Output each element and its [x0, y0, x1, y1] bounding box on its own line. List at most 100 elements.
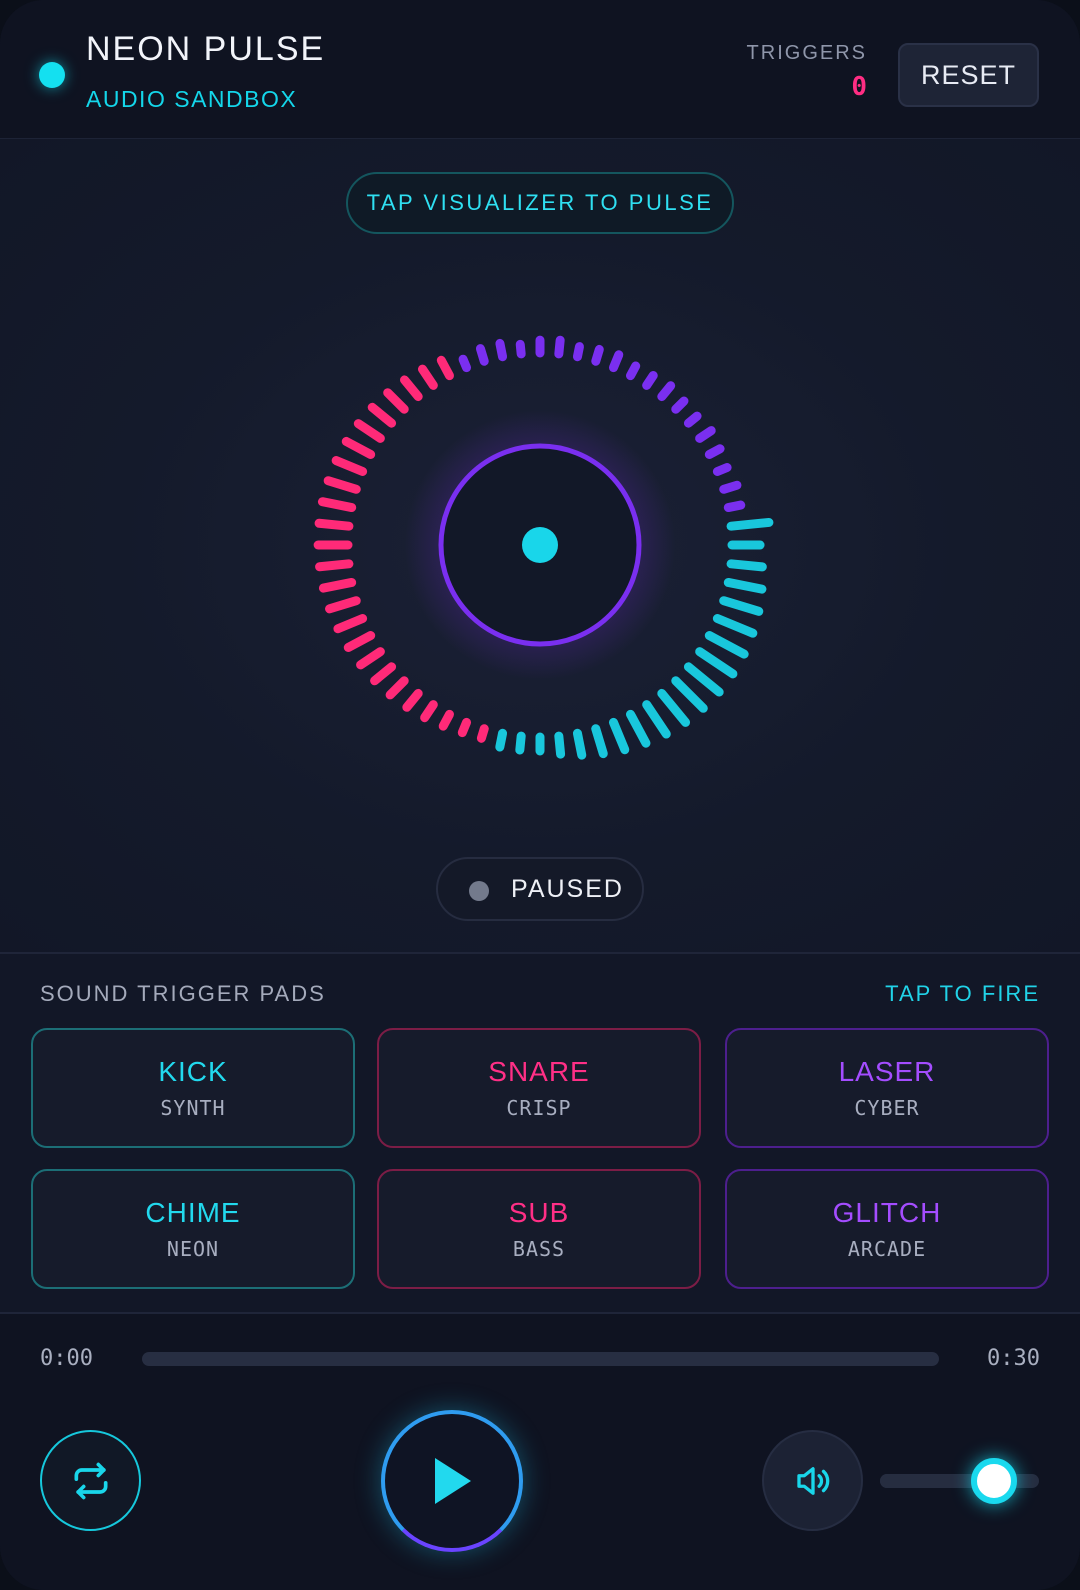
app-title: NEON PULSE: [86, 30, 326, 68]
spectrum-bar: [370, 662, 397, 686]
pad-sub: CRISP: [506, 1096, 572, 1120]
pad-sub: BASS: [512, 1237, 566, 1261]
spectrum-bar: [318, 577, 357, 593]
spectrum-bar: [712, 613, 758, 638]
volume-knob[interactable]: [971, 1458, 1018, 1504]
spectrum-bar: [317, 497, 357, 513]
spectrum-bar: [515, 731, 526, 755]
spectrum-bar: [343, 631, 376, 652]
spectrum-bar: [695, 426, 716, 443]
spectrum-bar: [554, 335, 565, 359]
pad-laser[interactable]: LASER CYBER: [725, 1028, 1049, 1148]
spectrum-bar: [723, 577, 767, 594]
spectrum-bar: [719, 596, 764, 616]
spectrum-bar: [591, 724, 608, 759]
pad-name: LASER: [838, 1056, 936, 1087]
pad-sub: NEON: [166, 1237, 220, 1261]
spectrum-bar: [695, 647, 738, 679]
pad-name: GLITCH: [832, 1197, 942, 1228]
spectrum-bar: [683, 662, 724, 697]
repeat-icon: [74, 1462, 107, 1499]
spectrum-bar: [642, 700, 671, 739]
spectrum-bar: [458, 354, 472, 373]
spectrum-bar: [572, 342, 584, 362]
triggers-count: 0: [851, 72, 867, 102]
header: NEON PULSE AUDIO SANDBOX TRIGGERS 0 RESE…: [0, 0, 1080, 139]
play-icon: [435, 1458, 471, 1504]
spectrum-bar: [476, 724, 489, 743]
spectrum-bar: [726, 517, 774, 531]
spectrum-bar: [671, 396, 689, 414]
app-window: NEON PULSE AUDIO SANDBOX TRIGGERS 0 RESE…: [0, 0, 1080, 1590]
progress-bar[interactable]: [142, 1352, 939, 1366]
spectrum-bar: [608, 350, 624, 373]
spectrum-bar: [495, 728, 508, 752]
spectrum-bar: [325, 596, 361, 614]
status-dot: [469, 881, 489, 901]
app-subtitle: AUDIO SANDBOX: [86, 86, 298, 112]
player-bar: 0:00 0:30: [0, 1312, 1080, 1590]
playback-status: PAUSED: [436, 857, 644, 921]
time-current: 0:00: [40, 1346, 93, 1371]
spectrum-bar: [515, 339, 526, 359]
spectrum-bar: [671, 676, 708, 713]
pad-kick[interactable]: KICK SYNTH: [31, 1028, 355, 1148]
spectrum-bar: [341, 436, 376, 459]
pad-sub: CYBER: [854, 1096, 920, 1120]
spectrum-bar: [475, 344, 489, 366]
status-text: PAUSED: [511, 874, 624, 903]
spectrum-bar: [495, 338, 508, 362]
spectrum-bar: [436, 355, 454, 381]
visualizer-area: TAP VISUALIZER TO PULSE PAUSED: [0, 139, 1080, 954]
pad-name: SNARE: [488, 1056, 590, 1087]
volume-icon: [796, 1466, 829, 1495]
spectrum-bar: [572, 728, 587, 760]
volume-slider[interactable]: [880, 1458, 1039, 1504]
time-total: 0:30: [987, 1346, 1040, 1371]
triggers-label: TRIGGERS: [746, 42, 867, 64]
spectrum-bar: [591, 344, 604, 366]
spectrum-bar: [726, 559, 767, 572]
loop-button[interactable]: [40, 1430, 141, 1531]
spectrum-bar: [331, 456, 368, 477]
pad-sub: SYNTH: [160, 1096, 226, 1120]
pad-name: KICK: [158, 1056, 228, 1087]
core-dot: [522, 527, 558, 563]
spectrum-bar: [657, 381, 676, 402]
pad-name: CHIME: [145, 1197, 241, 1228]
spectrum-bar: [704, 444, 725, 459]
visualizer[interactable]: [0, 139, 1080, 952]
spectrum-bar: [642, 371, 658, 390]
spectrum-bar: [457, 717, 472, 738]
spectrum-bar: [657, 688, 691, 727]
spectrum-bar: [417, 364, 438, 390]
spectrum-bar: [315, 559, 354, 572]
play-button[interactable]: [381, 1410, 523, 1552]
pad-chime[interactable]: CHIME NEON: [31, 1169, 355, 1289]
pad-snare[interactable]: SNARE CRISP: [377, 1028, 701, 1148]
spectrum-bar: [400, 375, 423, 402]
reset-button[interactable]: RESET: [898, 43, 1039, 107]
pad-sub: ARCADE: [847, 1237, 927, 1261]
pads-title: SOUND TRIGGER PADS: [40, 981, 326, 1006]
spectrum-bar: [723, 500, 746, 513]
spectrum-bar: [323, 476, 361, 494]
logo-dot: [39, 62, 65, 88]
spectrum-bar: [554, 731, 566, 759]
volume-button[interactable]: [762, 1430, 863, 1531]
pad-name: SUB: [508, 1197, 570, 1228]
spectrum-bar: [385, 676, 409, 700]
spectrum-bar: [608, 717, 630, 755]
spectrum-bar: [712, 462, 732, 477]
spectrum-bar: [356, 647, 385, 670]
spectrum-bar: [402, 688, 423, 712]
spectrum-bar: [367, 402, 397, 428]
spectrum-bar: [626, 361, 641, 381]
spectrum-bar: [420, 700, 438, 723]
spectrum-bar: [704, 631, 749, 659]
spectrum-bar: [383, 388, 409, 414]
spectrum-bar: [683, 411, 702, 428]
pad-glitch[interactable]: GLITCH ARCADE: [725, 1169, 1049, 1289]
pad-sub-bass[interactable]: SUB BASS: [377, 1169, 701, 1289]
pads-hint: TAP TO FIRE: [885, 981, 1040, 1006]
